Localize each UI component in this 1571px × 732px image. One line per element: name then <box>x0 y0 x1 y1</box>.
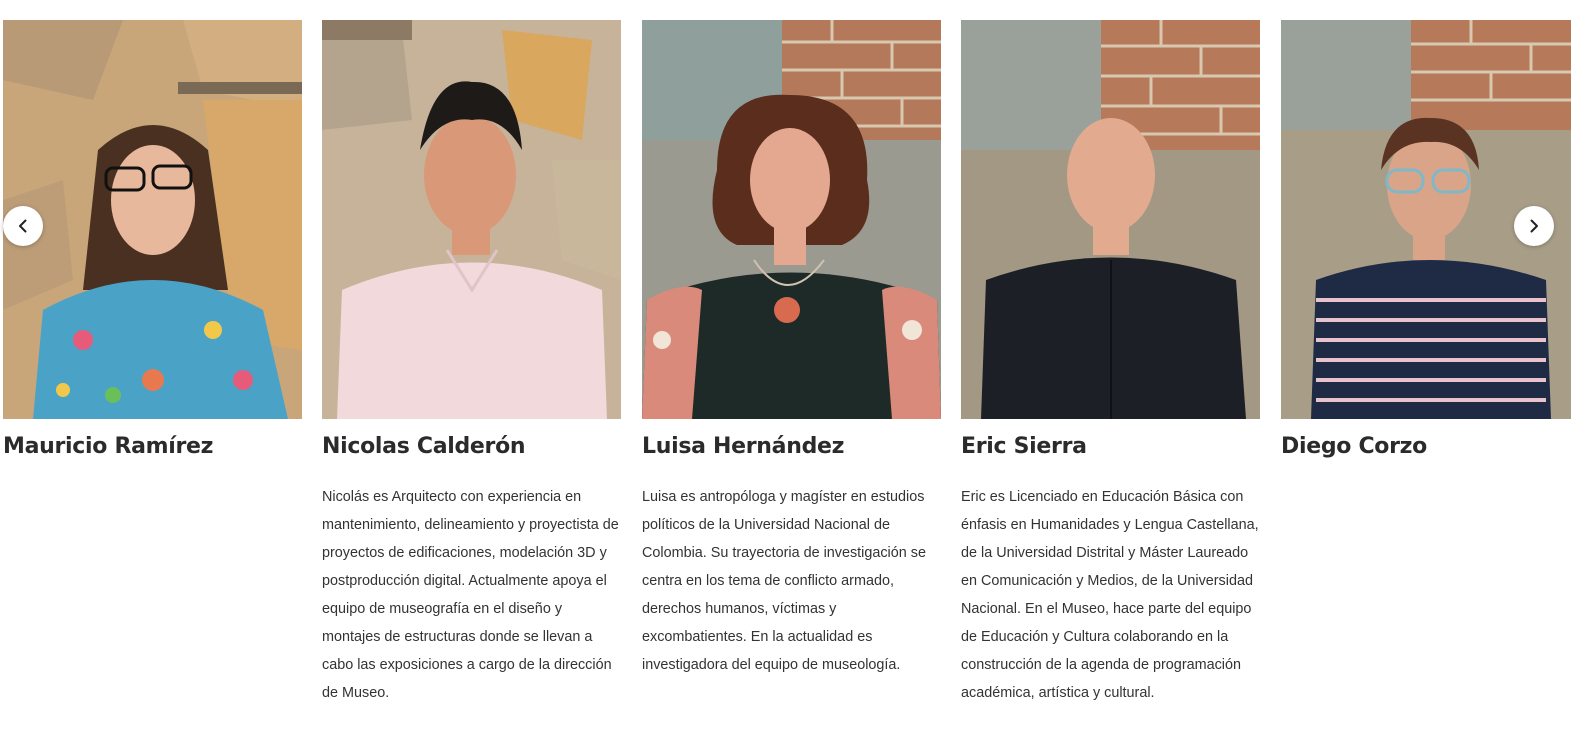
member-name: Nicolas Calderón <box>322 434 526 459</box>
member-photo <box>322 20 621 419</box>
portrait-nicolas <box>322 20 621 419</box>
team-card-nicolas: Nicolas Calderón Nicolás es Arquitecto c… <box>322 20 621 707</box>
member-photo <box>642 20 941 419</box>
chevron-left-icon <box>19 219 27 233</box>
carousel-next-button[interactable] <box>1514 206 1554 246</box>
member-name: Eric Sierra <box>961 434 1087 459</box>
carousel-prev-button[interactable] <box>3 206 43 246</box>
portrait-eric <box>961 20 1260 419</box>
member-bio: Eric es Licenciado en Educación Básica c… <box>961 489 1259 701</box>
member-photo <box>961 20 1260 419</box>
team-carousel: Mauricio Ramírez Nicolas Calderón Nicolá… <box>0 0 1571 732</box>
member-name: Luisa Hernández <box>642 434 845 459</box>
member-bio: Luisa es antropóloga y magíster en estud… <box>642 489 926 673</box>
chevron-right-icon <box>1530 219 1538 233</box>
member-name: Diego Corzo <box>1281 434 1427 459</box>
member-name: Mauricio Ramírez <box>3 434 214 459</box>
member-bio: Nicolás es Arquitecto con experiencia en… <box>322 489 619 701</box>
portrait-luisa <box>642 20 941 419</box>
portrait-mauricio <box>3 20 302 419</box>
team-card-eric: Eric Sierra Eric es Licenciado en Educac… <box>961 20 1260 707</box>
team-card-mauricio: Mauricio Ramírez <box>3 20 302 483</box>
team-card-luisa: Luisa Hernández Luisa es antropóloga y m… <box>642 20 941 679</box>
member-photo <box>3 20 302 419</box>
team-card-diego: Diego Corzo <box>1281 20 1571 483</box>
